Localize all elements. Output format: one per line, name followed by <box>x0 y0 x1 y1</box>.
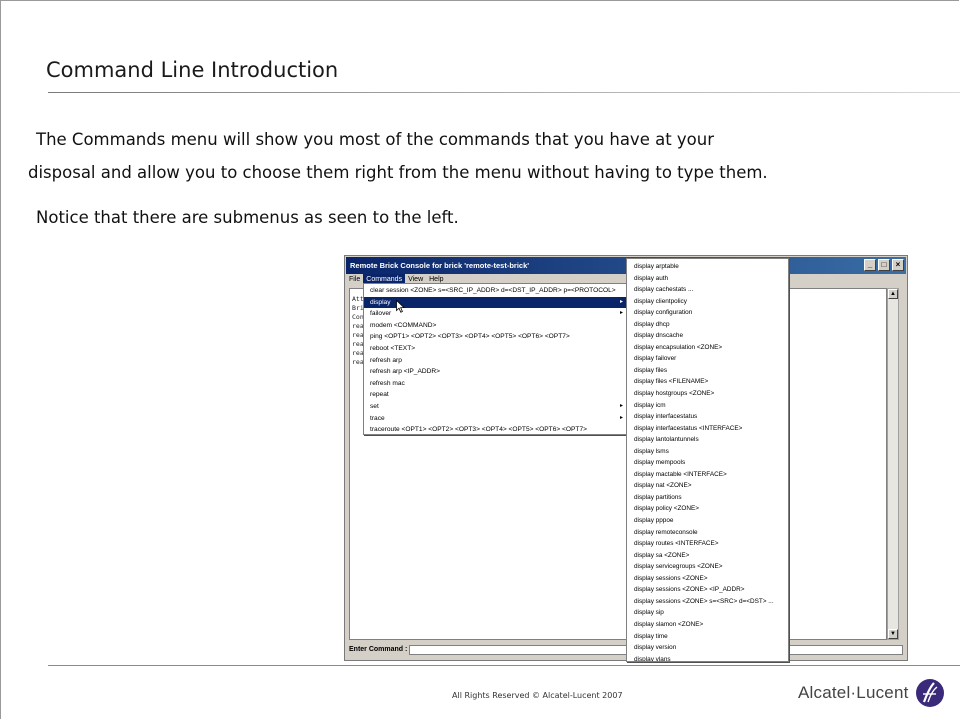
menu-item-label: refresh mac <box>370 379 405 387</box>
copyright-footer: All Rights Reserved © Alcatel-Lucent 200… <box>452 691 623 700</box>
submenu-item[interactable]: display pppoe <box>627 515 788 527</box>
menu-item-repeat[interactable]: repeat <box>364 389 627 401</box>
footer-divider <box>48 665 960 666</box>
chevron-right-icon: ▸ <box>619 402 623 409</box>
paragraph-line-2: disposal and allow you to choose them ri… <box>28 163 768 182</box>
submenu-item[interactable]: display slamon <ZONE> <box>627 619 788 631</box>
submenu-item[interactable]: display vlans <box>627 654 788 661</box>
menu-item-refresh-mac[interactable]: refresh mac <box>364 378 627 390</box>
menu-item-label: trace <box>370 414 385 422</box>
submenu-item[interactable]: display remoteconsole <box>627 527 788 539</box>
submenu-item[interactable]: display routes <INTERFACE> <box>627 538 788 550</box>
alcatel-lucent-logo: Alcatel·Lucent <box>798 678 945 708</box>
submenu-item[interactable]: display dhcp <box>627 319 788 331</box>
submenu-item[interactable]: display sessions <ZONE> <box>627 573 788 585</box>
menu-item-refresh-arp[interactable]: refresh arp <box>364 355 627 367</box>
submenu-item[interactable]: display lsms <box>627 446 788 458</box>
menu-item-label: failover <box>370 310 392 318</box>
submenu-item[interactable]: display auth <box>627 273 788 285</box>
window-title: Remote Brick Console for brick 'remote-t… <box>350 261 530 270</box>
slide-title: Command Line Introduction <box>46 58 339 82</box>
menu-item-modem[interactable]: modem <COMMAND> <box>364 320 627 332</box>
submenu-item[interactable]: display version <box>627 642 788 654</box>
submenu-item[interactable]: display mactable <INTERFACE> <box>627 469 788 481</box>
enter-command-label: Enter Command : <box>349 646 408 653</box>
menu-item-trace[interactable]: trace ▸ <box>364 413 627 425</box>
menu-item-label: clear session <ZONE> s=<SRC_IP_ADDR> d=<… <box>370 287 616 294</box>
logo-text: Alcatel·Lucent <box>798 683 909 702</box>
menu-item-label: refresh arp <IP_ADDR> <box>370 368 440 376</box>
menu-item-clear-session[interactable]: clear session <ZONE> s=<SRC_IP_ADDR> d=<… <box>364 285 627 297</box>
menu-item-label: display <box>370 298 391 306</box>
menu-item-set[interactable]: set ▸ <box>364 401 627 413</box>
title-divider <box>48 92 960 93</box>
submenu-item[interactable]: display icm <box>627 400 788 412</box>
submenu-item[interactable]: display policy <ZONE> <box>627 503 788 515</box>
submenu-item[interactable]: display servicegroups <ZONE> <box>627 561 788 573</box>
submenu-item[interactable]: display partitions <box>627 492 788 504</box>
paragraph-line-1: The Commands menu will show you most of … <box>36 130 715 149</box>
menu-item-refresh-arp-ip[interactable]: refresh arp <IP_ADDR> <box>364 366 627 378</box>
submenu-item[interactable]: display interfacestatus <box>627 411 788 423</box>
menu-item-label: repeat <box>370 391 389 399</box>
menu-item-label: refresh arp <box>370 356 402 364</box>
menu-item-label: traceroute <OPT1> <OPT2> <OPT3> <OPT4> <… <box>370 426 587 434</box>
chevron-right-icon: ▸ <box>619 298 623 305</box>
submenu-item[interactable]: display interfacestatus <INTERFACE> <box>627 423 788 435</box>
menu-item-reboot[interactable]: reboot <TEXT> <box>364 343 627 355</box>
menu-item-label: reboot <TEXT> <box>370 344 416 352</box>
submenu-item[interactable]: display files <box>627 365 788 377</box>
alcatel-lucent-logo-icon <box>915 679 944 707</box>
submenu-item[interactable]: display sessions <ZONE> <IP_ADDR> <box>627 584 788 596</box>
submenu-item[interactable]: display clientpolicy <box>627 296 788 308</box>
submenu-item[interactable]: display mempools <box>627 457 788 469</box>
submenu-item[interactable]: display hostgroups <ZONE> <box>627 388 788 400</box>
console-scrollbar[interactable]: ▲ ▼ <box>887 288 899 640</box>
close-icon[interactable]: × <box>892 259 904 271</box>
maximize-icon[interactable]: □ <box>878 259 890 271</box>
submenu-item[interactable]: display files <FILENAME> <box>627 376 788 388</box>
chevron-right-icon: ▸ <box>619 310 623 317</box>
menu-item-traceroute[interactable]: traceroute <OPT1> <OPT2> <OPT3> <OPT4> <… <box>364 424 627 436</box>
scroll-down-icon[interactable]: ▼ <box>888 629 898 639</box>
submenu-item[interactable]: display arptable <box>627 261 788 273</box>
menu-item-label: ping <OPT1> <OPT2> <OPT3> <OPT4> <OPT5> … <box>370 333 570 341</box>
menu-item-label: modem <COMMAND> <box>370 321 437 329</box>
submenu-item[interactable]: display sip <box>627 607 788 619</box>
submenu-item[interactable]: display dnscache <box>627 330 788 342</box>
submenu-item[interactable]: display failover <box>627 353 788 365</box>
scroll-up-icon[interactable]: ▲ <box>888 289 898 299</box>
chevron-right-icon: ▸ <box>619 414 623 421</box>
menu-item-ping[interactable]: ping <OPT1> <OPT2> <OPT3> <OPT4> <OPT5> … <box>364 331 627 343</box>
display-submenu: display arptable display auth display cach… <box>626 258 789 662</box>
submenu-item[interactable]: display nat <ZONE> <box>627 480 788 492</box>
submenu-item[interactable]: display lantolantunnels <box>627 434 788 446</box>
submenu-item[interactable]: display sa <ZONE> <box>627 550 788 562</box>
mouse-pointer-icon <box>396 300 405 313</box>
paragraph-notice: Notice that there are submenus as seen t… <box>36 208 459 227</box>
menu-item-label: set <box>370 402 379 410</box>
minimize-icon[interactable]: _ <box>864 259 876 271</box>
submenu-item[interactable]: display time <box>627 631 788 643</box>
submenu-item[interactable]: display configuration <box>627 307 788 319</box>
submenu-item[interactable]: display cachestats ... <box>627 284 788 296</box>
submenu-item[interactable]: display sessions <ZONE> s=<SRC> d=<DST> … <box>627 596 788 608</box>
menu-file[interactable]: File <box>346 274 363 286</box>
submenu-item[interactable]: display encapsulation <ZONE> <box>627 342 788 354</box>
